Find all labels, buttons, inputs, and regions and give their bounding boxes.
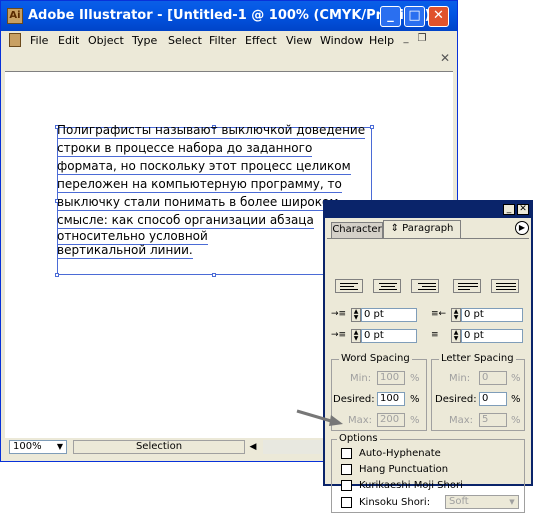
hang-punctuation-checkbox[interactable] <box>341 464 352 475</box>
space-before-stepper[interactable]: ▲ ▼ <box>451 329 461 343</box>
text-line[interactable]: вертикальной линии. <box>57 243 193 259</box>
panel-minimize-button[interactable]: _ <box>503 204 515 215</box>
justify-last-left-button[interactable] <box>453 279 481 293</box>
maximize-button[interactable]: □ <box>404 6 425 27</box>
pointer-arrow-icon <box>296 409 343 426</box>
letter-spacing-label: Letter Spacing <box>439 353 516 364</box>
kinsoku-checkbox[interactable] <box>341 497 352 508</box>
menu-effect[interactable]: Effect <box>245 34 277 47</box>
left-indent-icon: →≡ <box>331 309 347 319</box>
align-left-button[interactable] <box>335 279 363 293</box>
align-center-button[interactable] <box>373 279 401 293</box>
zoom-dropdown-icon[interactable]: ▼ <box>53 440 67 454</box>
letter-max-unit: % <box>511 415 521 426</box>
options-label: Options <box>337 433 380 444</box>
first-line-indent-field[interactable]: 0 pt <box>361 329 417 343</box>
word-max-label: Max: <box>348 415 373 426</box>
panel-menu-button[interactable]: ▶ <box>515 221 529 235</box>
selection-handle[interactable] <box>55 273 59 277</box>
menu-edit[interactable]: Edit <box>58 34 79 47</box>
word-spacing-label: Word Spacing <box>339 353 412 364</box>
word-min-label: Min: <box>350 373 372 384</box>
text-line[interactable]: Полиграфисты называют выключкой доведени… <box>57 123 366 139</box>
right-indent-field[interactable]: 0 pt <box>461 308 523 322</box>
menu-select[interactable]: Select <box>168 34 202 47</box>
menu-object[interactable]: Object <box>88 34 124 47</box>
panel-close-button[interactable]: ✕ <box>517 204 529 215</box>
word-desired-label: Desired: <box>333 394 375 405</box>
document-icon[interactable] <box>9 33 21 47</box>
title-bar[interactable]: Ai Adobe Illustrator - [Untitled-1 @ 100… <box>1 1 457 31</box>
text-line[interactable]: смысле: как способ организации абзаца <box>57 213 314 229</box>
kinsoku-label: Kinsoku Shori: <box>359 497 431 508</box>
word-max-unit: % <box>410 415 420 426</box>
text-line[interactable]: выключку стали понимать в более широком <box>57 195 339 211</box>
first-line-indent-stepper[interactable]: ▲ ▼ <box>351 329 361 343</box>
kinsoku-dropdown-icon[interactable]: ▼ <box>507 497 517 507</box>
minimize-button[interactable]: _ <box>380 6 401 27</box>
paragraph-panel: _ ✕ Character ⇕ Paragraph ▶ →≡ ▲ ▼ 0 pt ≡… <box>323 200 533 513</box>
document-minimize-button[interactable]: _ <box>399 33 413 46</box>
right-indent-icon: ≡← <box>431 309 447 319</box>
panel-title-bar[interactable]: _ ✕ <box>325 202 531 218</box>
letter-desired-field[interactable]: 0 <box>479 392 507 406</box>
menu-file[interactable]: File <box>30 34 48 47</box>
hang-punctuation-label: Hang Punctuation <box>359 464 449 475</box>
letter-desired-label: Desired: <box>435 394 477 405</box>
left-indent-field[interactable]: 0 pt <box>361 308 417 322</box>
menu-view[interactable]: View <box>286 34 312 47</box>
tab-updown-icon: ⇕ <box>390 223 399 234</box>
space-before-field[interactable]: 0 pt <box>461 329 523 343</box>
right-indent-stepper[interactable]: ▲ ▼ <box>451 308 461 322</box>
selection-handle[interactable] <box>212 273 216 277</box>
app-icon[interactable]: Ai <box>7 8 23 24</box>
word-min-field[interactable]: 100 <box>377 371 405 385</box>
letter-desired-unit: % <box>511 394 521 405</box>
word-max-field[interactable]: 200 <box>377 413 405 427</box>
status-display[interactable]: Selection <box>73 440 245 454</box>
menu-filter[interactable]: Filter <box>209 34 236 47</box>
auto-hyphenate-checkbox[interactable] <box>341 448 352 459</box>
selection-handle[interactable] <box>370 125 374 129</box>
word-min-unit: % <box>410 373 420 384</box>
justify-all-button[interactable] <box>491 279 519 293</box>
text-line[interactable]: переложен на компьютерную программу, то <box>57 177 342 193</box>
tab-paragraph[interactable]: ⇕ Paragraph <box>383 220 461 238</box>
word-desired-unit: % <box>410 394 420 405</box>
letter-max-label: Max: <box>449 415 474 426</box>
document-restore-button[interactable]: ❐ <box>415 33 429 46</box>
tab-paragraph-label: Paragraph <box>402 223 454 234</box>
space-before-icon: ≡ <box>431 330 439 340</box>
tab-character[interactable]: Character <box>331 222 383 238</box>
align-right-button[interactable] <box>411 279 439 293</box>
letter-min-field[interactable]: 0 <box>479 371 507 385</box>
menu-window[interactable]: Window <box>320 34 363 47</box>
text-line[interactable]: строки в процессе набора до заданного <box>57 141 313 157</box>
close-button[interactable]: ✕ <box>428 6 449 27</box>
status-arrow-icon[interactable]: ◀ <box>246 440 260 454</box>
left-indent-stepper[interactable]: ▲ ▼ <box>351 308 361 322</box>
menu-type[interactable]: Type <box>132 34 157 47</box>
letter-min-unit: % <box>511 373 521 384</box>
letter-min-label: Min: <box>449 373 471 384</box>
text-line[interactable]: формата, но поскольку этот процесс целик… <box>57 159 351 175</box>
word-desired-field[interactable]: 100 <box>377 392 405 406</box>
panel-body: →≡ ▲ ▼ 0 pt ≡← ▲ ▼ 0 pt →≡ ▲ ▼ 0 pt ≡ ▲ ▼ 0 … <box>327 238 529 513</box>
menu-help[interactable]: Help <box>369 34 394 47</box>
auto-hyphenate-label: Auto-Hyphenate <box>359 448 441 459</box>
document-close-button[interactable]: ✕ <box>438 51 452 65</box>
first-line-indent-icon: →≡ <box>331 330 347 340</box>
menu-bar: File Edit Object Type Select Filter Effe… <box>1 31 457 51</box>
letter-max-field[interactable]: 5 <box>479 413 507 427</box>
